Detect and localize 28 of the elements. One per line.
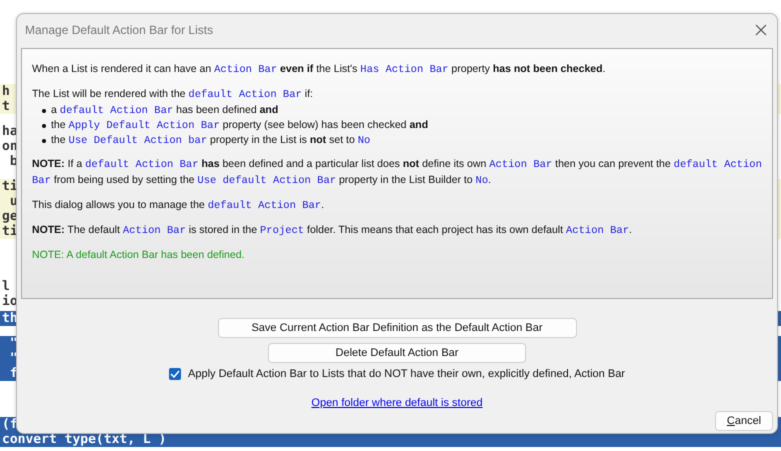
code-line: h	[1, 84, 10, 99]
checkbox-label: Apply Default Action Bar to Lists that do NOT have their own, explicitly defined, Action Bar	[188, 368, 625, 380]
window-title: Manage Default Action Bar for Lists	[25, 23, 214, 37]
delete-default-button[interactable]: Delete Default Action Bar	[268, 343, 526, 363]
apply-checkbox[interactable]	[169, 368, 181, 380]
code-line: t	[1, 99, 10, 114]
code-line: l	[1, 279, 10, 294]
code-line: ti	[1, 179, 18, 194]
save-default-button[interactable]: Save Current Action Bar Definition as the Default Action Bar	[218, 318, 576, 338]
info-paragraph: NOTE: The default Action Bar is stored in the Project folder. This means that each project has its own default Action Bar.	[32, 223, 633, 239]
info-paragraph: This dialog allows you to manage the default Action Bar.	[32, 198, 326, 214]
bullet-icon	[42, 124, 46, 128]
bullet-text: the Use Default Action bar property in the List is not set to No	[51, 133, 370, 148]
info-paragraph: NOTE: If a default Action Bar has been defined and a particular list does not define its own Action Bar then you can prevent the default Action Bar from being used by setting the Use default Action Bar property in the List Builder to No.	[32, 157, 762, 189]
bullet-icon	[42, 108, 46, 112]
code-line: "	[8, 336, 18, 351]
bullet-text: a default Action Bar has been defined and	[51, 103, 278, 118]
code-line: (f	[1, 417, 18, 432]
code-line: "	[8, 351, 18, 366]
bullet-icon	[42, 138, 46, 142]
info-paragraph: The List will be rendered with the default Action Bar if:	[32, 87, 314, 103]
close-icon[interactable]	[753, 22, 769, 38]
info-paragraph: When a List is rendered it can have an Action Bar even if the List's Has Action Bar property has not been checked.	[32, 62, 606, 78]
open-folder-link[interactable]: Open folder where default is stored	[311, 397, 483, 409]
cancel-button[interactable]: Cancel	[715, 411, 773, 431]
status-message: NOTE: A default Action Bar has been defined.	[32, 248, 246, 263]
code-line: ti	[1, 224, 18, 239]
bullet-text: the Apply Default Action Bar property (see below) has been checked and	[51, 118, 428, 133]
